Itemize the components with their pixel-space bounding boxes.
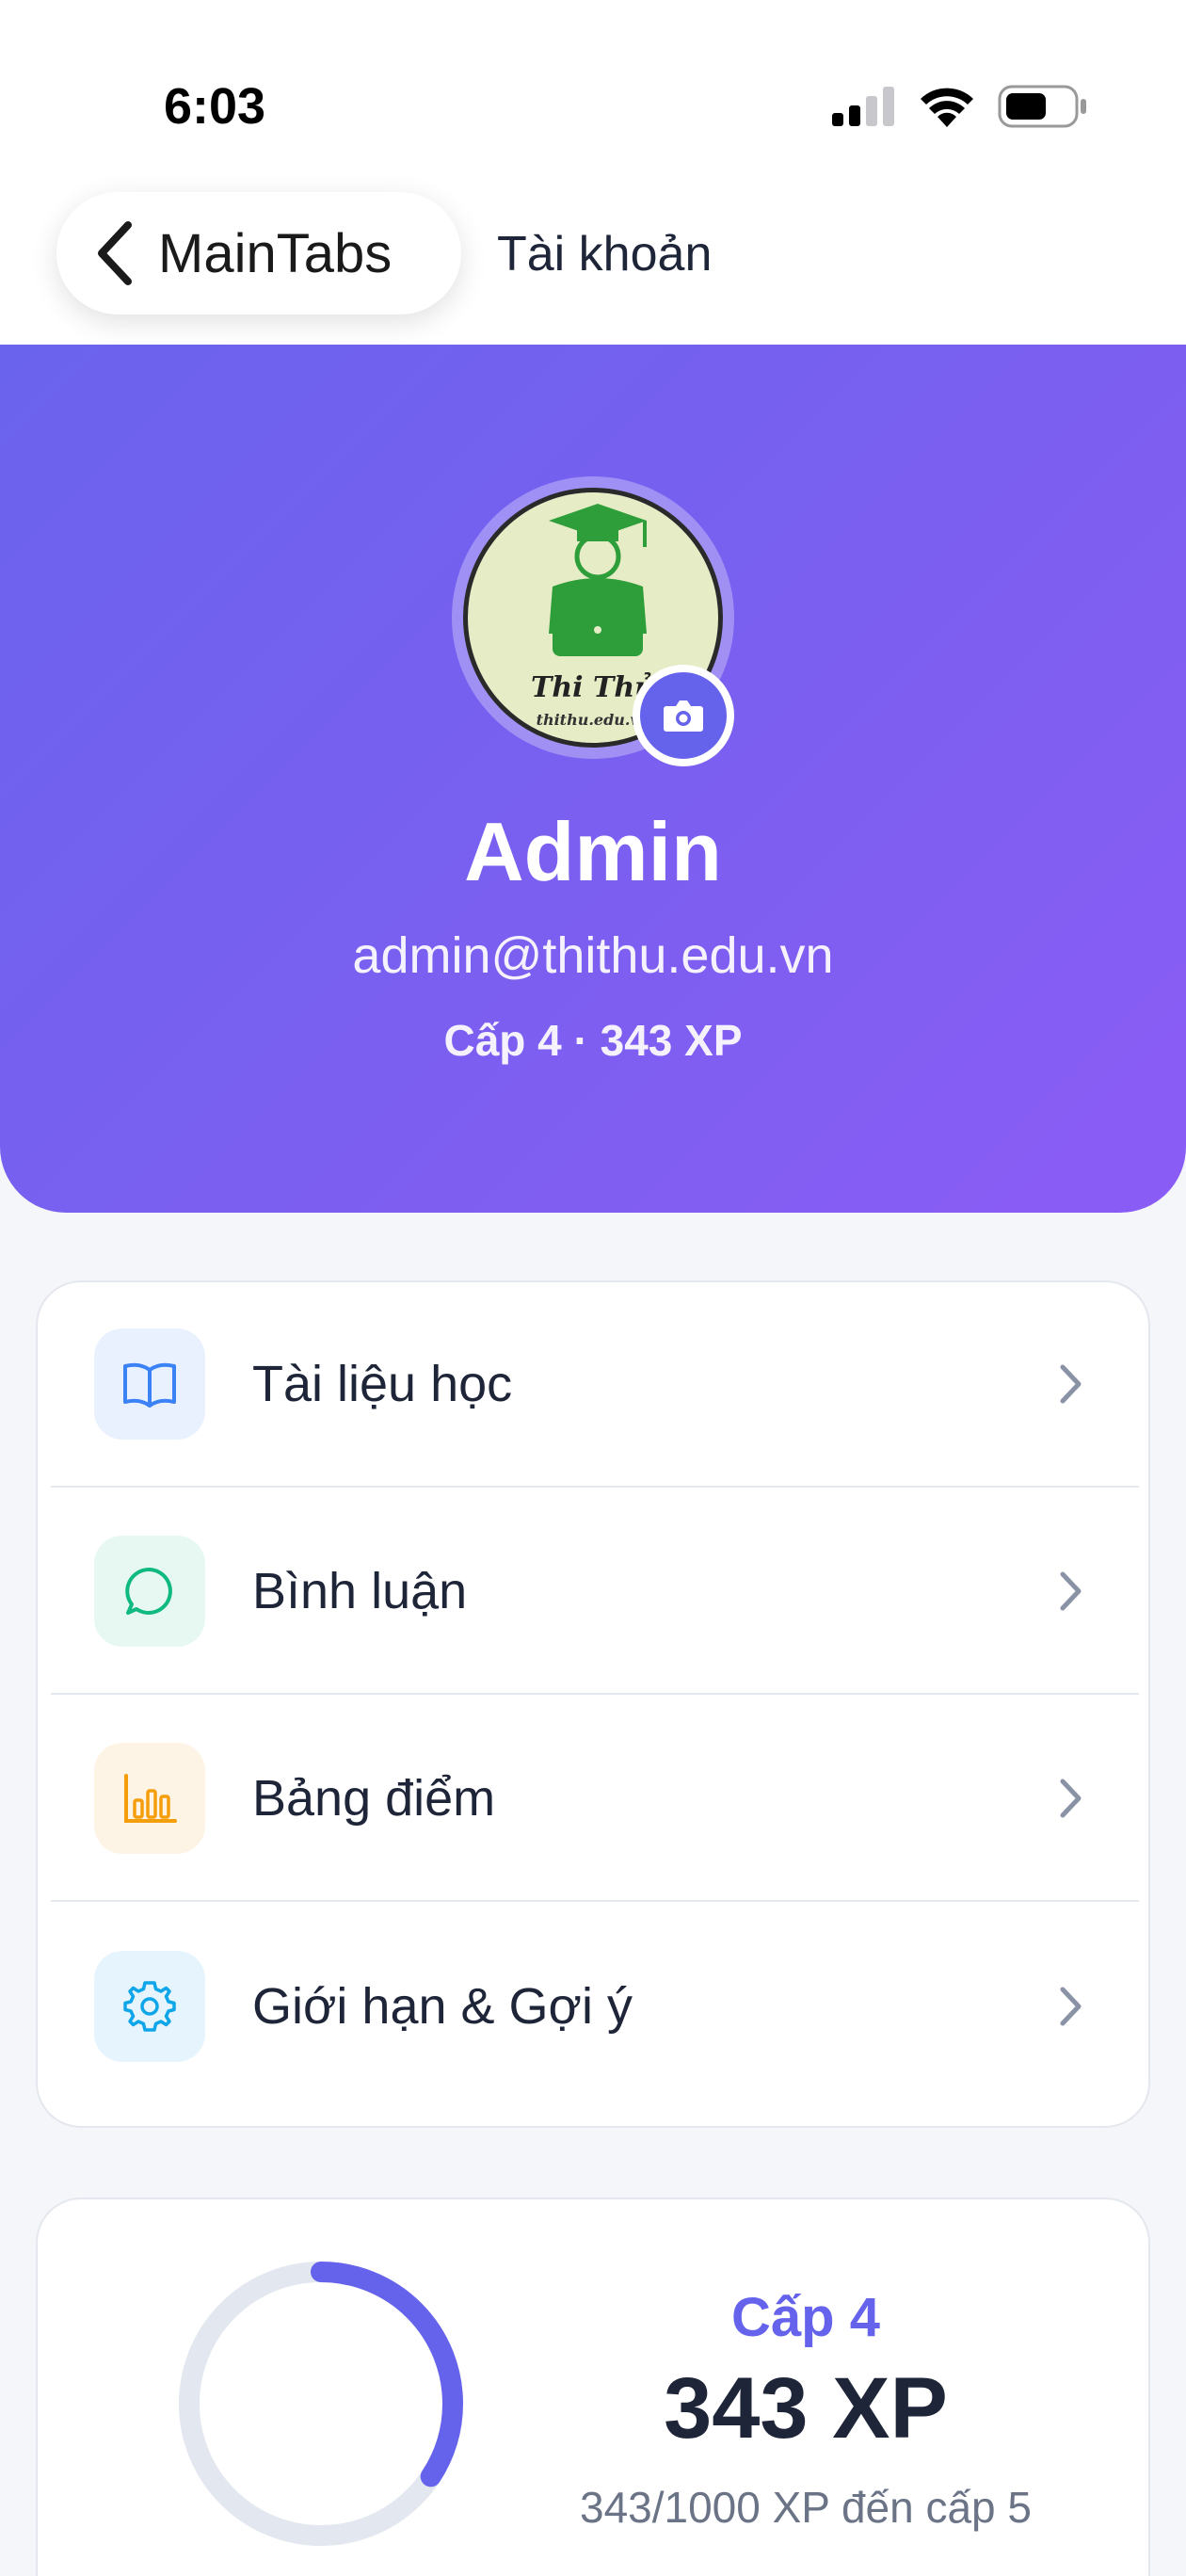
back-button-label: MainTabs [158,222,393,284]
menu-item-label: Tài liệu học [252,1356,513,1412]
profile-name: Admin [464,805,722,898]
wifi-icon [921,88,973,127]
chevron-left-icon [98,221,132,285]
book-icon [123,1362,176,1408]
profile-email: admin@thithu.edu.vn [352,927,834,984]
chevron-right-icon [1060,1364,1082,1404]
chevron-right-icon [1060,1779,1082,1818]
profile-hero: Thi Thử thithu.edu.vn Admin admin@thithu… [0,345,1186,1213]
menu-item-study-materials[interactable]: Tài liệu học [51,1282,1139,1488]
nav-header: MainTabs Tài khoản [0,169,1186,345]
xp-card: Cấp 4 343 XP 343/1000 XP đến cấp 5 [36,2198,1150,2576]
menu-item-scoreboard[interactable]: Bảng điểm [51,1697,1139,1902]
xp-level: Cấp 4 [731,2287,880,2348]
cellular-signal-icon [832,87,894,126]
change-avatar-button[interactable] [633,665,734,766]
status-time: 6:03 [164,78,266,135]
status-icons [832,85,1088,128]
chevron-right-icon [1060,1571,1082,1611]
menu-item-limits-hints[interactable]: Giới hạn & Gợi ý [51,1904,1139,2109]
chevron-right-icon [1060,1987,1082,2026]
chat-bubble-icon [125,1567,172,1615]
menu-item-label: Bình luận [252,1563,468,1619]
page-title: Tài khoản [497,227,713,282]
menu-item-comments[interactable]: Bình luận [51,1489,1139,1695]
camera-icon [664,700,703,732]
menu-icon-container [94,1743,205,1854]
menu-icon-container [94,1328,205,1440]
menu-icon-container [94,1951,205,2062]
xp-progress-ring [179,2262,463,2546]
xp-value: 343 XP [664,2360,948,2456]
menu-card: Tài liệu học Bình luận Bảng điểm Giới hạ… [36,1280,1150,2128]
gear-icon [123,1981,176,2032]
menu-icon-container [94,1536,205,1647]
menu-item-label: Giới hạn & Gợi ý [252,1978,633,2035]
back-button[interactable]: MainTabs [56,192,461,314]
xp-progress-text: 343/1000 XP đến cấp 5 [579,2483,1032,2532]
menu-item-label: Bảng điểm [252,1770,496,1827]
status-bar: 6:03 [0,0,1186,188]
battery-icon [998,85,1086,128]
bar-chart-icon [124,1774,177,1823]
profile-level-summary: Cấp 4 · 343 XP [443,1016,743,1065]
